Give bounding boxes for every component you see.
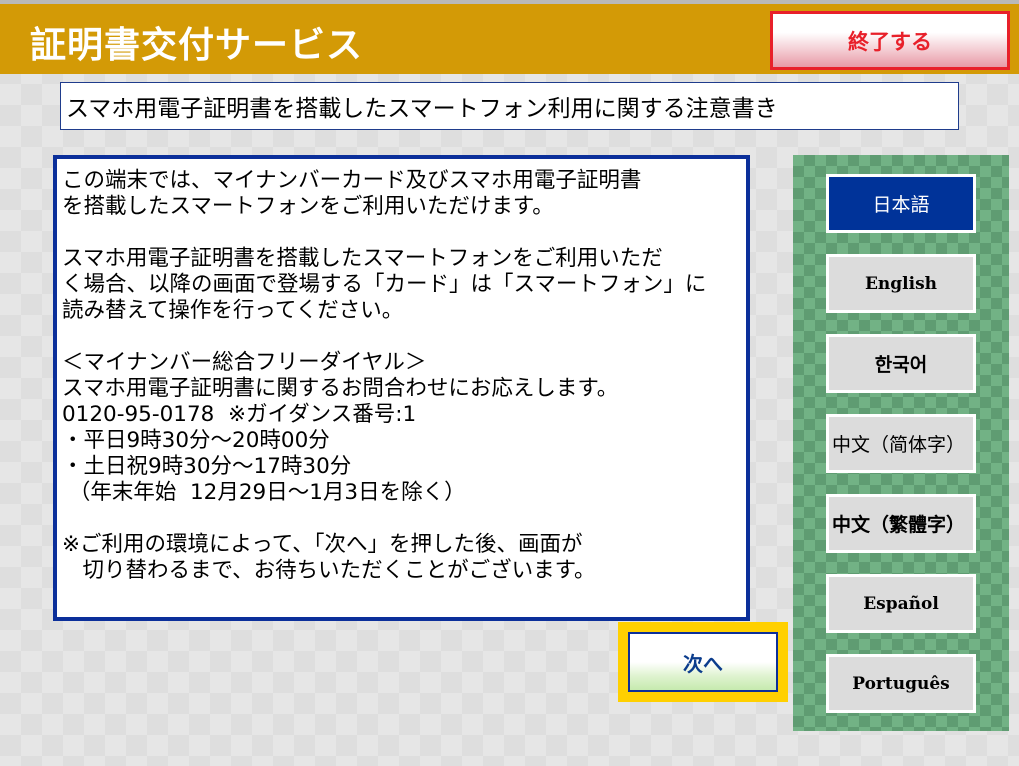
language-label: Português xyxy=(852,673,950,694)
notice-line: ※ご利用の環境によって、「次へ」を押した後、画面が xyxy=(62,532,583,557)
language-panel: 日本語 English 한국어 中文（简体字） 中文（繁體字） Español … xyxy=(793,155,1009,731)
language-button-chinese-simplified[interactable]: 中文（简体字） xyxy=(826,414,976,473)
notice-line: 切り替わるまで、お待ちいただくことがございます。 xyxy=(62,558,596,583)
language-button-japanese[interactable]: 日本語 xyxy=(826,174,976,233)
language-button-chinese-traditional[interactable]: 中文（繁體字） xyxy=(826,494,976,553)
notice-line xyxy=(62,324,706,350)
next-button[interactable]: 次へ xyxy=(628,632,778,692)
language-label: 한국어 xyxy=(874,354,928,376)
page-subtitle: スマホ用電子証明書を搭載したスマートフォン利用に関する注意書き xyxy=(66,96,778,122)
exit-button[interactable]: 終了する xyxy=(770,11,1010,70)
language-button-portuguese[interactable]: Português xyxy=(826,654,976,713)
notice-line: スマホ用電子証明書を搭載したスマートフォンをご利用いただ xyxy=(62,246,663,271)
next-button-focus-frame: 次へ xyxy=(618,622,788,702)
language-label: 中文（繁體字） xyxy=(832,514,966,536)
language-label: 中文（简体字） xyxy=(832,434,966,456)
language-label: Español xyxy=(863,593,939,614)
notice-text: この端末では、マイナンバーカード及びスマホ用電子証明書 を搭載したスマートフォン… xyxy=(62,168,706,584)
notice-line: ・土日祝9時30分～17時30分 xyxy=(62,454,352,479)
notice-line: ・平日9時30分～20時00分 xyxy=(62,428,330,453)
notice-line: ＜マイナンバー総合フリーダイヤル＞ xyxy=(62,350,427,375)
next-button-label: 次へ xyxy=(683,651,723,676)
notice-panel: この端末では、マイナンバーカード及びスマホ用電子証明書 を搭載したスマートフォン… xyxy=(53,155,750,621)
page-subtitle-box: スマホ用電子証明書を搭載したスマートフォン利用に関する注意書き xyxy=(60,82,959,130)
language-label: 日本語 xyxy=(872,194,930,216)
notice-line: く場合、以降の画面で登場する「カード」は「スマートフォン」に xyxy=(62,272,707,297)
notice-line: を搭載したスマートフォンをご利用いただけます。 xyxy=(62,194,554,219)
language-label: English xyxy=(864,273,938,294)
notice-line: スマホ用電子証明書に関するお問合わせにお応えします。 xyxy=(62,376,619,401)
notice-line: 読み替えて操作を行ってください。 xyxy=(62,298,404,323)
notice-line: 0120-95-0178 ※ガイダンス番号:1 xyxy=(62,402,417,427)
language-button-english[interactable]: English xyxy=(826,254,976,313)
notice-line: この端末では、マイナンバーカード及びスマホ用電子証明書 xyxy=(62,168,642,193)
notice-line xyxy=(62,220,706,246)
notice-line xyxy=(62,506,706,532)
language-button-spanish[interactable]: Español xyxy=(826,574,976,633)
notice-line: （年末年始 12月29日～1月3日を除く） xyxy=(62,480,466,505)
exit-button-label: 終了する xyxy=(848,29,932,54)
language-button-korean[interactable]: 한국어 xyxy=(826,334,976,393)
app-title: 証明書交付サービス xyxy=(30,25,364,66)
